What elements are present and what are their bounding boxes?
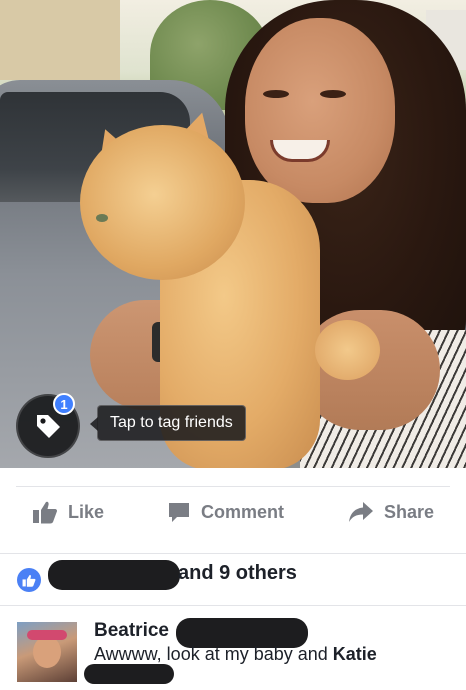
photo-cat-paw [315,320,380,380]
redacted-text [84,664,174,684]
thumbs-up-icon [33,501,57,524]
avatar-face [33,636,61,668]
photo-person-face [245,18,395,203]
tag-friends-tooltip-label: Tap to tag friends [110,414,233,431]
photo-background-house [0,0,120,80]
avatar-hat [27,630,67,640]
like-button[interactable]: Like [32,498,104,526]
post-action-bar: Like Comment Share [0,468,466,554]
photo-person-eye [320,90,346,98]
photo-cat-head [80,125,245,280]
redacted-name [48,560,180,590]
tagged-friend-name[interactable]: Katie [333,644,377,664]
thumbs-up-icon [22,574,36,587]
photo-cat-eye [96,214,108,222]
like-reaction-icon [17,568,41,592]
tag-count-badge: 1 [53,393,75,415]
comment-button[interactable]: Comment [167,498,284,526]
comment-button-label: Comment [201,501,285,522]
likes-others-text: and 9 others [178,562,297,584]
comment-body: Awwww, look at my baby and Katie [94,644,377,665]
like-button-label: Like [68,501,105,522]
avatar[interactable] [17,622,77,682]
tag-icon [37,415,60,438]
comment-text: Awwww, look at my baby and [94,644,333,664]
tag-friends-tooltip[interactable]: Tap to tag friends [90,405,246,441]
comment-icon [169,503,189,522]
share-button-label: Share [384,501,435,522]
comment: Beatrice Awwww, look at my baby and Kati… [0,606,466,690]
share-button[interactable]: Share [348,498,434,526]
divider [16,486,450,487]
comment-author-name[interactable]: Beatrice [94,620,169,642]
share-arrow-icon [349,502,373,522]
photo-person-eye [263,90,289,98]
likes-summary[interactable]: and 9 others [0,554,466,606]
